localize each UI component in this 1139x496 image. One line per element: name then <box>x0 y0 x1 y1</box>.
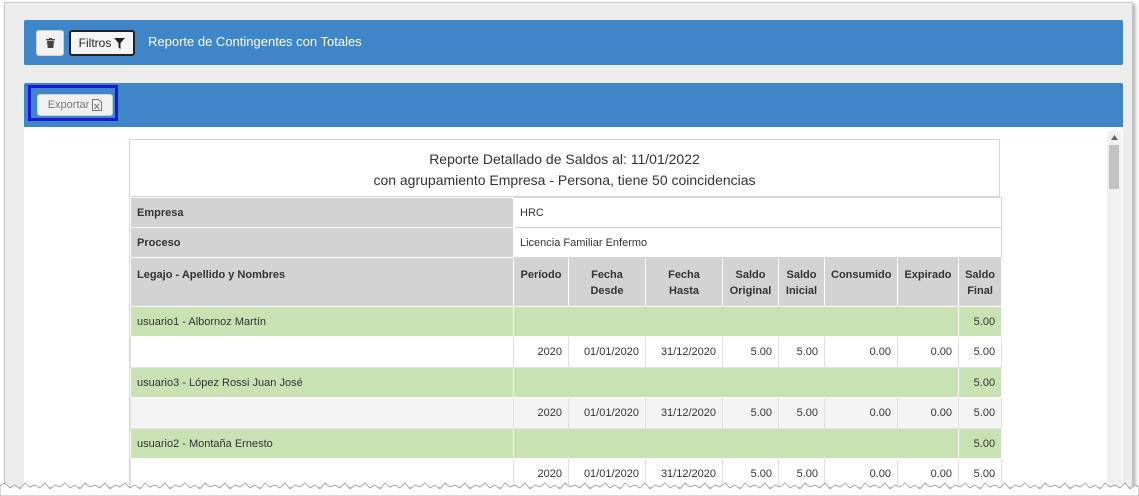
group-total: 5.00 <box>957 428 1003 459</box>
proceso-label: Proceso <box>130 227 514 258</box>
group-name: usuario3 - López Rossi Juan José <box>130 367 514 398</box>
group-total: 5.00 <box>957 367 1003 398</box>
group-row: usuario2 - Montaña Ernesto 5.00 <box>130 428 1003 459</box>
export-button-label: Exportar <box>47 99 90 111</box>
detail-desde: 01/01/2020 <box>568 397 646 429</box>
empresa-value: HRC <box>512 197 1003 228</box>
col-consumido: Consumido <box>824 257 898 307</box>
detail-expirado: 0.00 <box>897 336 959 368</box>
detail-hasta: 31/12/2020 <box>645 397 723 429</box>
col-fecha-hasta: Fecha Hasta <box>645 257 723 307</box>
report-title-line1: Reporte Detallado de Saldos al: 11/01/20… <box>429 151 700 167</box>
detail-inicial: 5.00 <box>778 397 825 429</box>
group-total: 5.00 <box>957 306 1003 337</box>
col-periodo: Período <box>513 257 569 307</box>
detail-row: 2020 01/01/2020 31/12/2020 5.00 5.00 0.0… <box>130 397 1003 429</box>
clear-button[interactable] <box>36 30 64 56</box>
page-title: Reporte de Contingentes con Totales <box>148 34 362 49</box>
col-saldo-final: Saldo Final <box>957 257 1003 307</box>
proceso-value: Licencia Familiar Enfermo <box>512 227 1003 258</box>
trash-icon <box>45 38 55 48</box>
excel-file-icon <box>92 99 103 111</box>
report-title-line2: con agrupamiento Empresa - Persona, tien… <box>373 172 756 188</box>
group-name: usuario1 - Albornoz Martín <box>130 306 514 337</box>
filters-button-label: Filtros <box>78 36 112 50</box>
proceso-row: Proceso Licencia Familiar Enfermo <box>130 227 1003 258</box>
detail-consumido: 0.00 <box>824 336 898 368</box>
col-legajo: Legajo - Apellido y Nombres <box>130 257 514 307</box>
detail-expirado: 0.00 <box>897 397 959 429</box>
scroll-up-arrow-icon[interactable] <box>1107 131 1121 143</box>
group-row: usuario3 - López Rossi Juan José 5.00 <box>130 367 1003 398</box>
detail-original: 5.00 <box>722 336 779 368</box>
detail-periodo: 2020 <box>513 397 569 429</box>
filter-icon <box>114 37 126 49</box>
report-header-bar: Filtros Reporte de Contingentes con Tota… <box>24 20 1123 65</box>
col-expirado: Expirado <box>897 257 959 307</box>
column-header-row: Legajo - Apellido y Nombres Período Fech… <box>130 257 1003 307</box>
report-document: Reporte Detallado de Saldos al: 11/01/20… <box>129 139 1003 487</box>
col-saldo-inicial: Saldo Inicial <box>778 257 825 307</box>
detail-final: 5.00 <box>957 336 1003 368</box>
detail-original: 5.00 <box>722 397 779 429</box>
export-button[interactable]: Exportar <box>37 94 113 116</box>
report-table: Empresa HRC Proceso Licencia Familiar En… <box>130 197 1003 487</box>
group-name: usuario2 - Montaña Ernesto <box>130 428 514 459</box>
detail-row: 2020 01/01/2020 31/12/2020 5.00 5.00 0.0… <box>130 336 1003 368</box>
scrollbar-thumb[interactable] <box>1109 145 1119 189</box>
report-title: Reporte Detallado de Saldos al: 11/01/20… <box>130 140 999 197</box>
detail-consumido: 0.00 <box>824 397 898 429</box>
col-fecha-desde: Fecha Desde <box>568 257 646 307</box>
export-toolbar: Exportar <box>24 83 1123 127</box>
empresa-label: Empresa <box>130 197 514 228</box>
filters-button[interactable]: Filtros <box>69 30 135 56</box>
detail-inicial: 5.00 <box>778 336 825 368</box>
vertical-scrollbar[interactable] <box>1107 131 1121 487</box>
detail-final: 5.00 <box>957 397 1003 429</box>
col-saldo-original: Saldo Original <box>722 257 779 307</box>
group-row: usuario1 - Albornoz Martín 5.00 <box>130 306 1003 337</box>
export-highlight: Exportar <box>28 85 118 121</box>
report-panel: Exportar Reporte Detallado de Saldos al:… <box>24 83 1123 487</box>
empresa-row: Empresa HRC <box>130 197 1003 228</box>
app-window: Filtros Reporte de Contingentes con Tota… <box>4 2 1133 488</box>
detail-hasta: 31/12/2020 <box>645 336 723 368</box>
detail-desde: 01/01/2020 <box>568 336 646 368</box>
detail-periodo: 2020 <box>513 336 569 368</box>
torn-edge <box>0 482 1139 496</box>
